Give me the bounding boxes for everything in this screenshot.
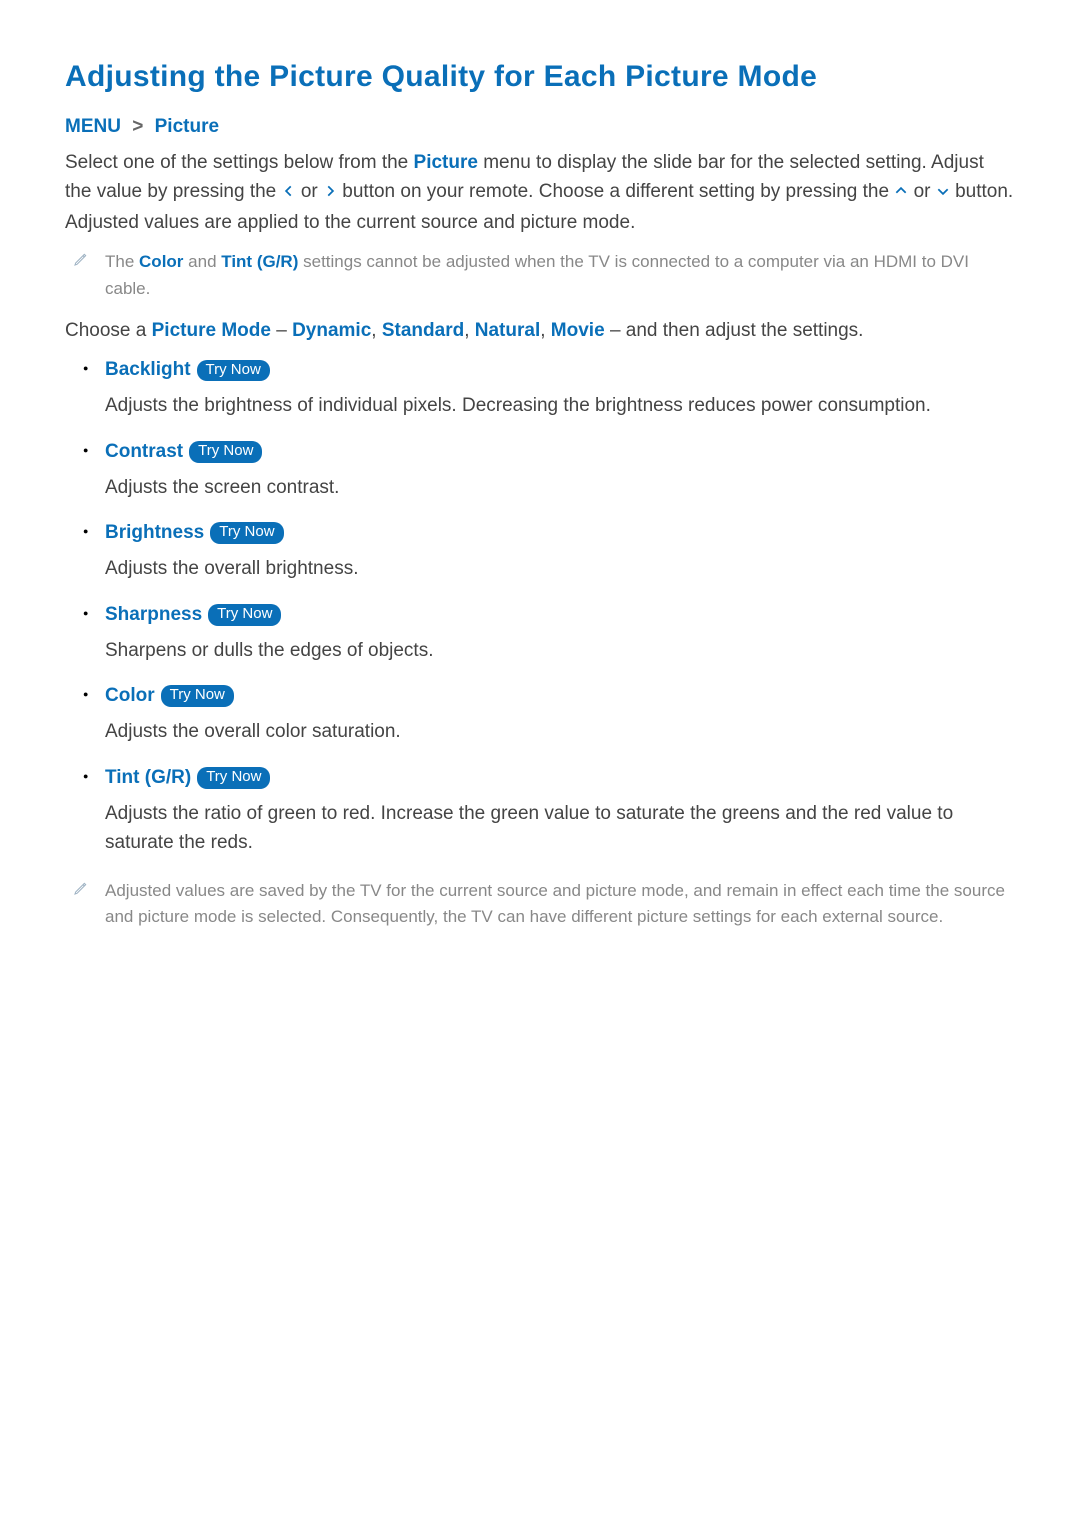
mode-standard: Standard [382,320,464,341]
note-row: Adjusted values are saved by the TV for … [73,878,1015,931]
mode-dynamic: Dynamic [292,320,371,341]
item-head: Contrast Try Now [105,441,1015,463]
mode-movie: Movie [551,320,605,341]
breadcrumb-menu: MENU [65,116,121,137]
page-title: Adjusting the Picture Quality for Each P… [65,60,1015,94]
item-head: Color Try Now [105,685,1015,707]
chevron-left-icon [282,178,296,207]
list-item: Sharpness Try Now Sharpens or dulls the … [105,604,1015,665]
chevron-right-icon [323,178,337,207]
setting-name-tint: Tint (G/R) [105,767,191,789]
tint-keyword: Tint (G/R) [221,252,298,271]
try-now-button[interactable]: Try Now [161,685,234,707]
choose-text: , [464,320,475,341]
choose-paragraph: Choose a Picture Mode – Dynamic, Standar… [65,316,1015,345]
try-now-button[interactable]: Try Now [197,767,270,789]
note-fragment: The [105,252,139,271]
list-item: Brightness Try Now Adjusts the overall b… [105,522,1015,583]
setting-desc: Adjusts the overall brightness. [105,554,1015,583]
item-head: Brightness Try Now [105,522,1015,544]
picture-mode-keyword: Picture Mode [152,320,271,341]
intro-text: or [301,181,323,202]
try-now-button[interactable]: Try Now [208,604,281,626]
setting-desc: Adjusts the ratio of green to red. Incre… [105,799,1015,858]
picture-keyword: Picture [414,152,478,173]
item-head: Sharpness Try Now [105,604,1015,626]
try-now-button[interactable]: Try Now [210,522,283,544]
setting-desc: Adjusts the overall color saturation. [105,717,1015,746]
setting-desc: Sharpens or dulls the edges of objects. [105,636,1015,665]
pencil-icon [73,251,93,272]
list-item: Backlight Try Now Adjusts the brightness… [105,359,1015,420]
setting-name-color: Color [105,685,155,707]
try-now-button[interactable]: Try Now [197,360,270,382]
setting-name-contrast: Contrast [105,441,183,463]
setting-name-backlight: Backlight [105,359,191,381]
intro-text: button on your remote. Choose a differen… [342,181,894,202]
setting-desc: Adjusts the brightness of individual pix… [105,391,1015,420]
list-item: Color Try Now Adjusts the overall color … [105,685,1015,746]
note-fragment: and [188,252,221,271]
chevron-down-icon [936,178,950,207]
intro-paragraph: Select one of the settings below from th… [65,148,1015,237]
setting-name-brightness: Brightness [105,522,204,544]
document-page: Adjusting the Picture Quality for Each P… [0,0,1080,1527]
choose-text: , [371,320,382,341]
choose-text: , [540,320,551,341]
mode-natural: Natural [475,320,540,341]
note-row: The Color and Tint (G/R) settings cannot… [73,249,1015,302]
chevron-up-icon [894,178,908,207]
note-text: The Color and Tint (G/R) settings cannot… [105,249,1015,302]
intro-text: or [914,181,936,202]
setting-desc: Adjusts the screen contrast. [105,473,1015,502]
breadcrumb-separator: > [132,116,143,137]
breadcrumb-picture: Picture [155,116,219,137]
breadcrumb: MENU > Picture [65,116,1015,138]
color-keyword: Color [139,252,183,271]
setting-name-sharpness: Sharpness [105,604,202,626]
pencil-icon [73,880,93,901]
note-text: Adjusted values are saved by the TV for … [105,878,1015,931]
choose-text: Choose a [65,320,152,341]
try-now-button[interactable]: Try Now [189,441,262,463]
choose-text: and then adjust the settings. [626,320,864,341]
choose-text: – [610,320,626,341]
settings-list: Backlight Try Now Adjusts the brightness… [65,359,1015,857]
choose-text: – [276,320,292,341]
item-head: Backlight Try Now [105,359,1015,381]
item-head: Tint (G/R) Try Now [105,767,1015,789]
intro-text: Select one of the settings below from th… [65,152,414,173]
list-item: Contrast Try Now Adjusts the screen cont… [105,441,1015,502]
list-item: Tint (G/R) Try Now Adjusts the ratio of … [105,767,1015,858]
